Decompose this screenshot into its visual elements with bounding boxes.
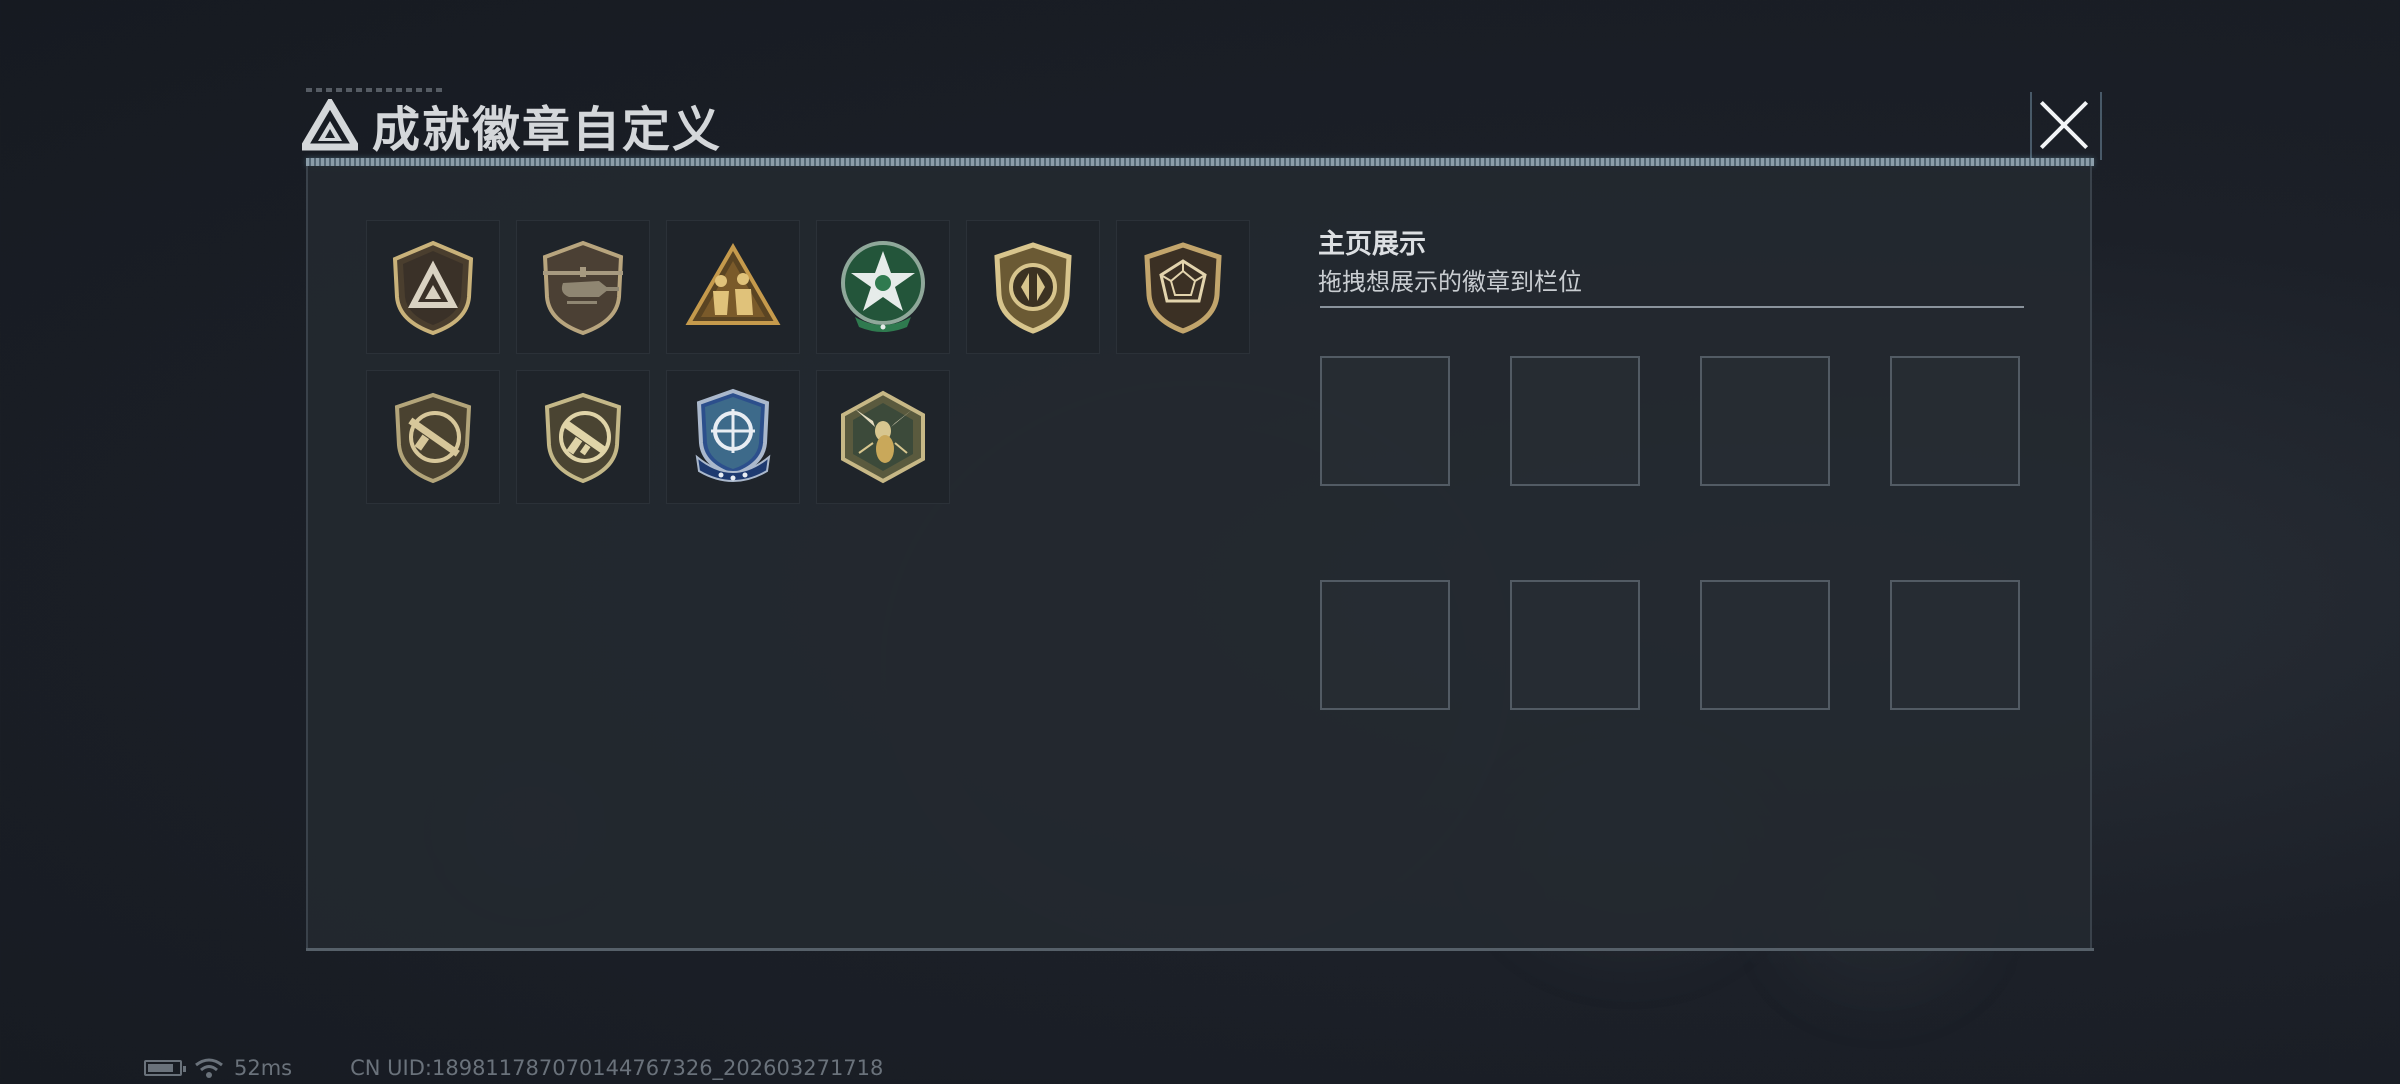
badge-slot[interactable] — [816, 220, 950, 354]
panel-top-strip — [306, 158, 2094, 166]
ping-text: 52ms — [234, 1056, 293, 1080]
showcase-slot[interactable] — [1700, 356, 1830, 486]
badge-slot[interactable] — [516, 370, 650, 504]
showcase-divider — [1320, 306, 2024, 308]
status-bar: 52ms CN UID:18981178707014476732​6_20260… — [144, 1052, 883, 1084]
showcase-slot[interactable] — [1320, 580, 1450, 710]
triangle-shield-badge-icon — [392, 240, 474, 336]
smg-shield-badge-icon — [544, 392, 622, 484]
showcase-slot[interactable] — [1700, 580, 1830, 710]
showcase-slot[interactable] — [1320, 356, 1450, 486]
blue-crosshair-badge-icon — [695, 388, 771, 482]
badge-slot[interactable] — [816, 370, 950, 504]
showcase-slot[interactable] — [1890, 580, 2020, 710]
helicopter-shield-badge-icon — [542, 240, 624, 336]
dodecahedron-shield-badge-icon — [1144, 242, 1222, 334]
gold-shield-badge-icon — [994, 242, 1072, 334]
badge-inventory — [366, 220, 1266, 504]
badge-slot[interactable] — [366, 220, 500, 354]
battery-fill — [148, 1064, 173, 1072]
battery-icon — [144, 1060, 186, 1076]
panel-bottom-border — [306, 948, 2094, 951]
showcase-subtitle: 拖拽想展示的徽章到栏位 — [1318, 268, 1582, 296]
showcase-title: 主页展示 — [1318, 229, 1426, 260]
badge-slot[interactable] — [666, 370, 800, 504]
showcase-slot[interactable] — [1890, 356, 2020, 486]
showcase-slots — [1320, 356, 2020, 710]
green-star-badge-icon — [841, 241, 925, 332]
triangle-logo-icon — [302, 99, 358, 151]
showcase-slot[interactable] — [1510, 580, 1640, 710]
badge-slot[interactable] — [966, 220, 1100, 354]
showcase-slot[interactable] — [1510, 356, 1640, 486]
wasp-hexagon-badge-icon — [841, 390, 925, 484]
badge-slot[interactable] — [366, 370, 500, 504]
page-title: 成就徽章自定义 — [372, 102, 723, 158]
badge-slot[interactable] — [1116, 220, 1250, 354]
window-title-row: 成就徽章自定义 — [302, 92, 722, 158]
badge-slot[interactable] — [516, 220, 650, 354]
wifi-icon — [195, 1058, 223, 1078]
uid-text: CN UID:18981178707014476732​6_2026032717… — [350, 1056, 884, 1080]
soldiers-triangle-badge-icon — [685, 243, 781, 325]
badge-slot[interactable] — [666, 220, 800, 354]
rifle-shield-badge-icon — [394, 392, 472, 484]
close-button[interactable] — [2036, 96, 2092, 156]
